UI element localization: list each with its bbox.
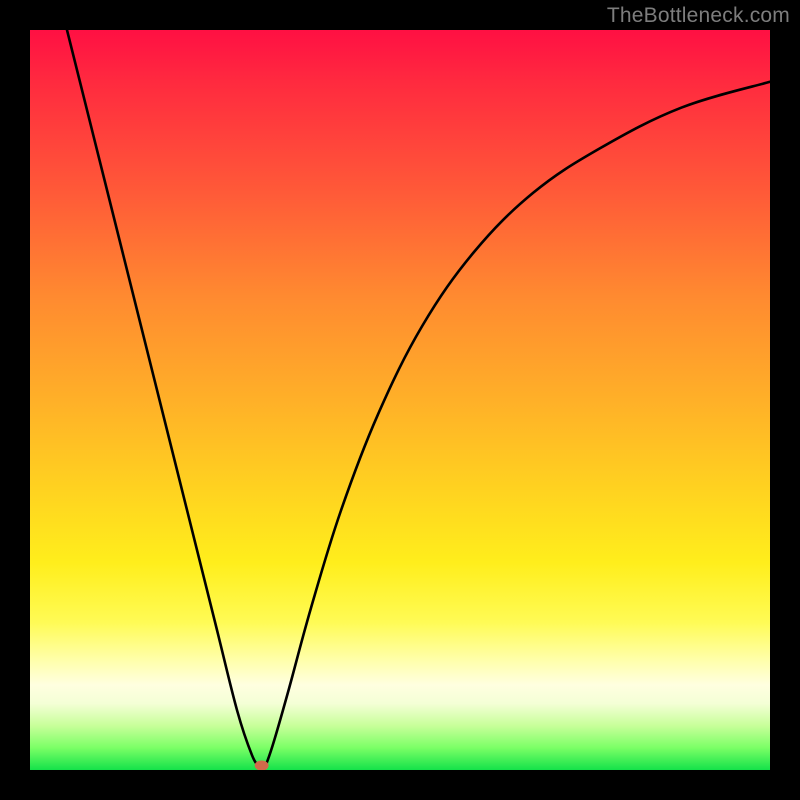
watermark-text: TheBottleneck.com [607,4,790,28]
chart-frame: TheBottleneck.com [0,0,800,800]
plot-area [30,30,770,770]
curve-line [67,30,770,770]
chart-svg [30,30,770,770]
